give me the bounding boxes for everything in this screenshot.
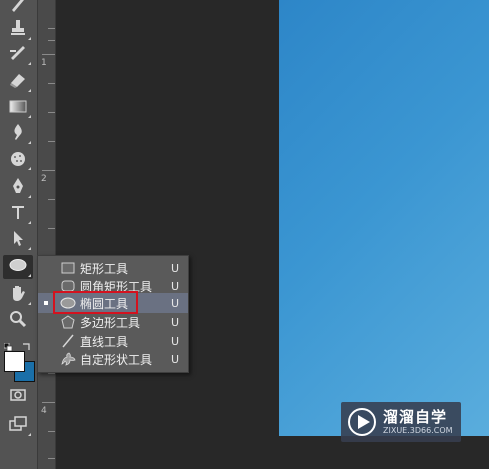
shortcut-key: U [171,261,180,275]
shape-tools-flyout: 矩形工具 U 圆角矩形工具 U 椭圆工具 U 多边形工具 U 直线工具 U 自定 [37,255,189,373]
eraser-icon [8,70,28,94]
pen-icon [8,176,28,200]
hand-tool[interactable] [3,283,33,307]
blur-icon [8,122,28,146]
type-icon [8,202,28,226]
screen-mode-button[interactable] [3,414,33,438]
zoom-icon [8,309,28,333]
polygon-tool-item[interactable]: 多边形工具 U [38,312,188,332]
screen-mode-icon [8,414,28,438]
zoom-tool[interactable] [3,309,33,333]
polygon-icon [60,315,76,329]
line-tool-label: 直线工具 [80,334,129,349]
quick-mask-button[interactable] [3,385,33,409]
watermark-title: 溜溜自学 [383,408,448,426]
shortcut-key: U [171,296,180,310]
shortcut-key: U [171,352,180,366]
annotation-highlight-box [53,291,138,314]
ruler-number: 1 [41,58,47,68]
vertical-ruler: 1 2 3 4 [38,0,56,469]
shortcut-key: U [171,334,180,348]
tools-panel [0,0,38,469]
ellipse-icon [8,255,28,279]
path-selection-icon [8,228,28,252]
gradient-tool[interactable] [3,96,33,120]
rectangle-tool-item[interactable]: 矩形工具 U [38,258,188,278]
selected-indicator [44,301,48,305]
custom-shape-tool-label: 自定形状工具 [80,352,153,367]
brush-tool[interactable] [3,0,33,18]
line-icon [60,334,76,348]
shortcut-key: U [171,279,180,293]
path-selection-tool[interactable] [3,228,33,252]
rectangle-icon [60,261,76,275]
brush-icon [8,0,28,18]
sponge-tool[interactable] [3,148,33,172]
gradient-icon [8,96,28,120]
custom-shape-icon [60,352,76,366]
rectangle-tool-label: 矩形工具 [80,261,129,276]
pen-tool[interactable] [3,176,33,200]
play-logo-icon [347,407,377,437]
history-brush-icon [8,43,28,67]
shortcut-key: U [171,315,180,329]
line-tool-item[interactable]: 直线工具 U [38,331,188,351]
hand-icon [8,283,28,307]
blur-tool[interactable] [3,122,33,146]
clone-stamp-icon [8,18,28,42]
sponge-icon [8,148,28,172]
ruler-number: 4 [41,406,47,416]
custom-shape-tool-item[interactable]: 自定形状工具 U [38,349,188,369]
foreground-color-swatch[interactable] [4,351,25,372]
watermark-text: 溜溜自学 ZIXUE.3D66.COM [383,408,453,436]
swap-colors-icon[interactable] [22,336,32,350]
watermark-badge: 溜溜自学 ZIXUE.3D66.COM [341,402,461,442]
history-brush-tool[interactable] [3,43,33,67]
type-tool[interactable] [3,202,33,226]
polygon-tool-label: 多边形工具 [80,315,141,330]
document-canvas[interactable] [279,0,489,436]
watermark-subtitle: ZIXUE.3D66.COM [383,426,453,435]
quick-mask-icon [8,385,28,409]
ruler-number: 2 [41,174,47,184]
clone-stamp-tool[interactable] [3,18,33,42]
default-colors-icon[interactable] [3,337,13,352]
eraser-tool[interactable] [3,70,33,94]
ellipse-tool[interactable] [3,255,33,279]
